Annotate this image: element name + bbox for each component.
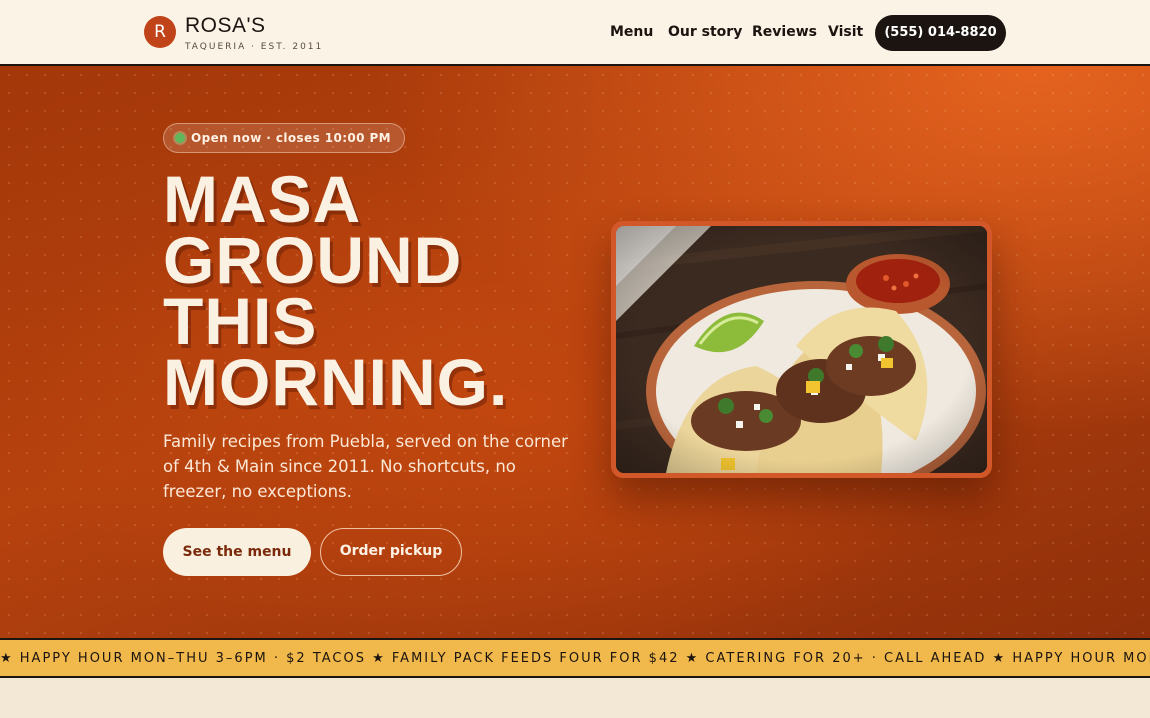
nav-menu[interactable]: Menu bbox=[610, 24, 653, 40]
order-pickup-button[interactable]: Order pickup bbox=[320, 528, 462, 576]
headline-line: MASA bbox=[163, 162, 362, 236]
phone-button[interactable]: (555) 014-8820 bbox=[875, 15, 1006, 51]
headline-line: THIS bbox=[163, 284, 318, 358]
tacos-photo-frame bbox=[611, 221, 992, 478]
tacos-illustration bbox=[616, 226, 987, 473]
nav-reviews[interactable]: Reviews bbox=[752, 24, 817, 40]
promo-ticker: ★ HAPPY HOUR MON–THU 3–6PM · $2 TACOS ★ … bbox=[0, 638, 1150, 678]
hero-description: Family recipes from Puebla, served on th… bbox=[163, 432, 568, 501]
nav-visit[interactable]: Visit bbox=[828, 24, 863, 40]
logo-badge[interactable]: R bbox=[144, 16, 176, 48]
hero-headline: MASA GROUND THIS MORNING. bbox=[163, 162, 583, 419]
next-section-start bbox=[0, 678, 1150, 718]
site-header: R ROSA'S TAQUERIA · EST. 2011 Menu Our s… bbox=[0, 0, 1150, 66]
nav-our-story[interactable]: Our story bbox=[668, 24, 742, 40]
headline-line: MORNING. bbox=[163, 345, 509, 419]
hero-section: Open now · closes 10:00 PM MASA GROUND T… bbox=[0, 66, 1150, 639]
brand-tagline: TAQUERIA · EST. 2011 bbox=[185, 42, 324, 52]
see-menu-button[interactable]: See the menu bbox=[163, 528, 311, 576]
open-status-badge: Open now · closes 10:00 PM bbox=[163, 123, 406, 153]
ticker-text: ★ HAPPY HOUR MON–THU 3–6PM · $2 TACOS ★ … bbox=[0, 651, 1150, 666]
tacos-photo bbox=[616, 226, 987, 473]
headline-line: GROUND bbox=[163, 223, 463, 297]
open-status-text: Open now · closes 10:00 PM bbox=[191, 131, 392, 145]
status-dot-icon bbox=[175, 133, 185, 143]
brand-name[interactable]: ROSA'S bbox=[185, 14, 266, 38]
